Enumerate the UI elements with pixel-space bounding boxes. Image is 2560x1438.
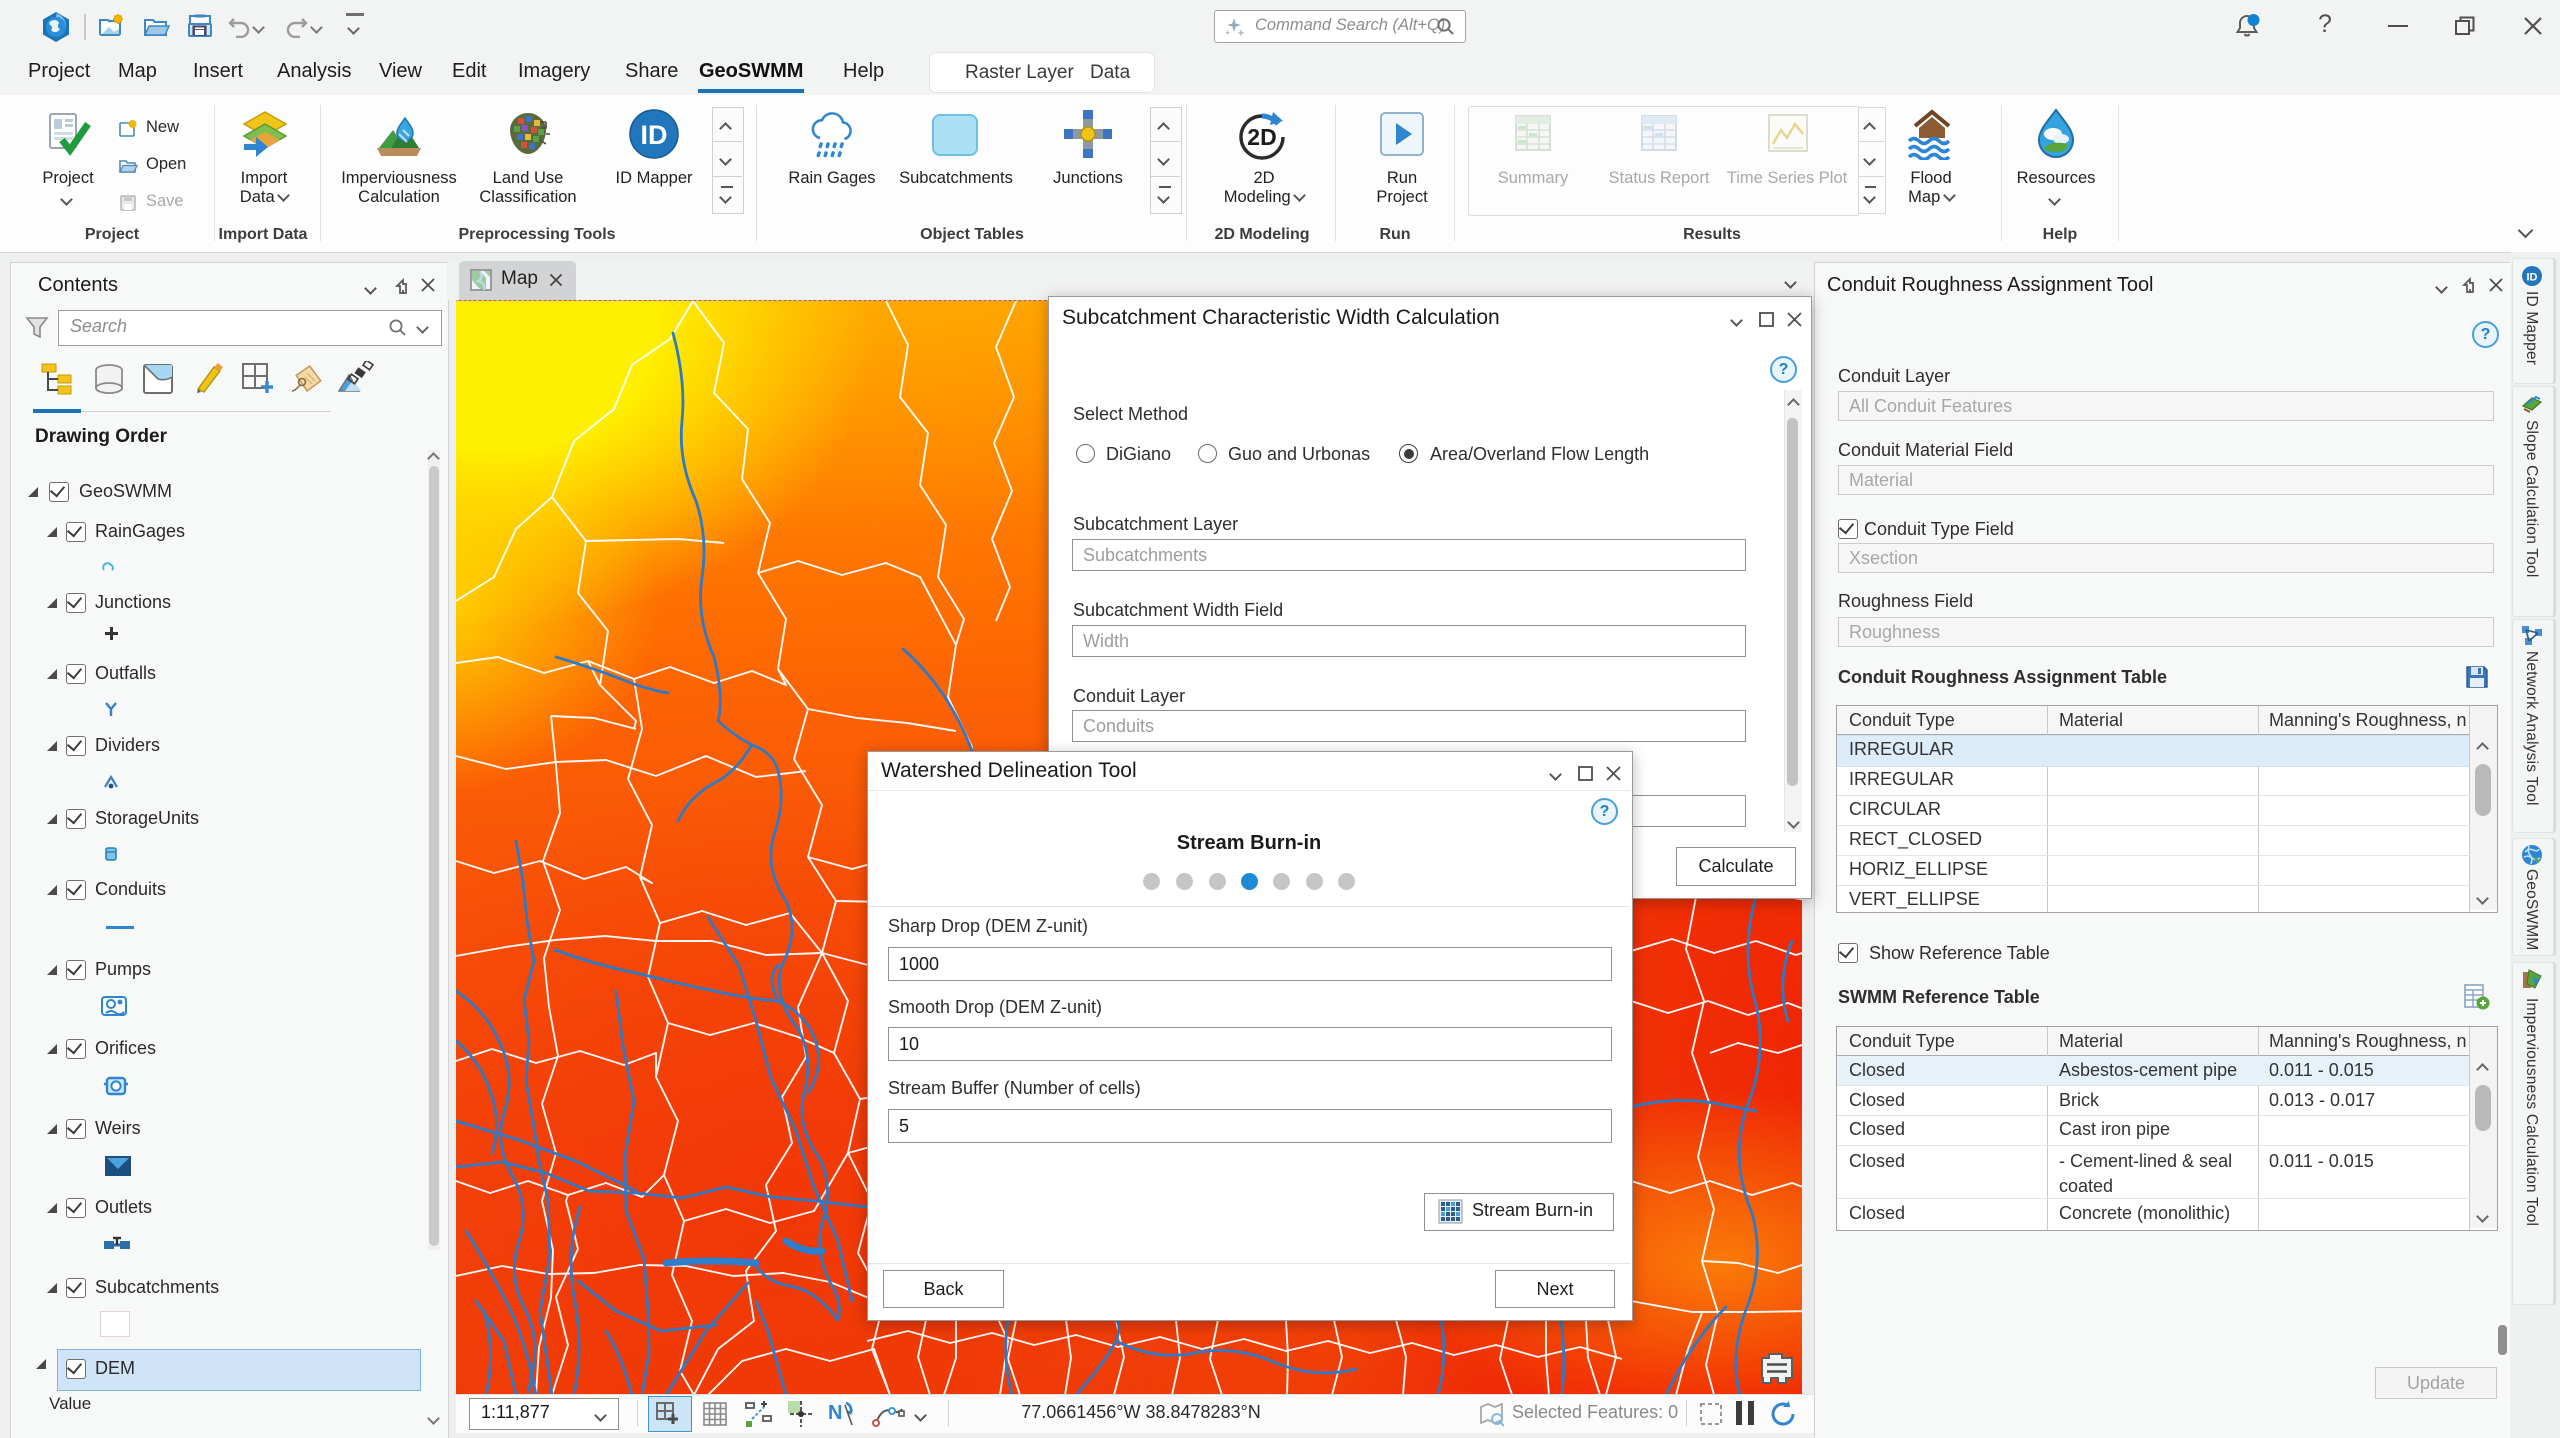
svg-text:N: N <box>828 1402 842 1424</box>
svg-text:ID: ID <box>641 120 668 150</box>
svg-text:ID: ID <box>2527 272 2538 284</box>
svg-text:2D: 2D <box>1247 124 1276 150</box>
